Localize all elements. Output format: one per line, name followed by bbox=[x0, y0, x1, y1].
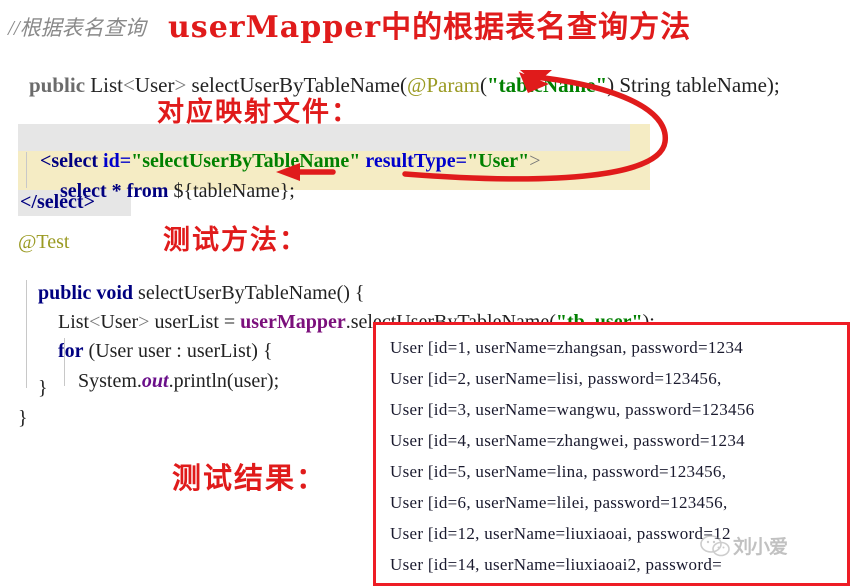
java-comment: //根据表名查询 bbox=[8, 16, 146, 40]
console-line: User [id=6, userName=lilei, password=123… bbox=[390, 493, 728, 512]
param-annotation: @Param bbox=[406, 73, 480, 97]
annotation-test-method: 测试方法： bbox=[163, 225, 308, 256]
sql-table-expression: ${tableName}; bbox=[173, 180, 295, 202]
code-indent-guide-2 bbox=[64, 338, 65, 386]
console-line: User [id=12, userName=liuxiaoai, passwor… bbox=[390, 524, 731, 543]
java-method-signature: public List<User> selectUserByTableName(… bbox=[8, 48, 780, 123]
attr-resulttype-value: "User" bbox=[467, 150, 530, 172]
annotation-test-result: 测试结果： bbox=[172, 461, 328, 495]
code-indent-guide-1 bbox=[26, 280, 27, 388]
test-method-close-brace: } bbox=[18, 407, 28, 429]
println-call: .println(user); bbox=[168, 370, 280, 392]
console-line: User [id=4, userName=zhangwei, password=… bbox=[390, 431, 745, 450]
return-type: List bbox=[85, 73, 123, 97]
generic-open-bracket: < bbox=[122, 73, 135, 97]
annotation-mapper-file: 对应映射文件： bbox=[157, 97, 360, 128]
console-output-box[interactable]: User [id=1, userName=zhangsan, password=… bbox=[373, 322, 850, 586]
out-field: out bbox=[141, 370, 169, 392]
console-line: User [id=5, userName=lina, password=1234… bbox=[390, 462, 727, 481]
param-name-string: "tableName" bbox=[486, 73, 608, 97]
test-println-line: System.out.println(user); bbox=[18, 347, 279, 416]
annotation-open-paren: ( bbox=[479, 73, 487, 97]
attr-resulttype: resultType= bbox=[360, 150, 468, 172]
page-title: userMapper中的根据表名查询方法 bbox=[168, 10, 692, 45]
signature-tail: ) String tableName); bbox=[607, 73, 780, 97]
test-annotation: @Test bbox=[18, 231, 70, 253]
xml-select-close-line: </select> bbox=[20, 191, 95, 213]
test-for-close-brace: } bbox=[18, 377, 48, 399]
console-line: User [id=1, userName=zhangsan, password=… bbox=[390, 338, 744, 357]
console-line: User [id=2, userName=lisi, password=1234… bbox=[390, 369, 722, 388]
console-line: User [id=3, userName=wangwu, password=12… bbox=[390, 400, 755, 419]
console-line: User [id=14, userName=liuxiaoai2, passwo… bbox=[390, 555, 723, 574]
keyword-public: public bbox=[29, 73, 86, 97]
screenshot-canvas: //根据表名查询 userMapper中的根据表名查询方法 public Lis… bbox=[0, 0, 853, 588]
system-reference: System. bbox=[78, 370, 142, 392]
select-open-tag-close: > bbox=[529, 150, 541, 172]
